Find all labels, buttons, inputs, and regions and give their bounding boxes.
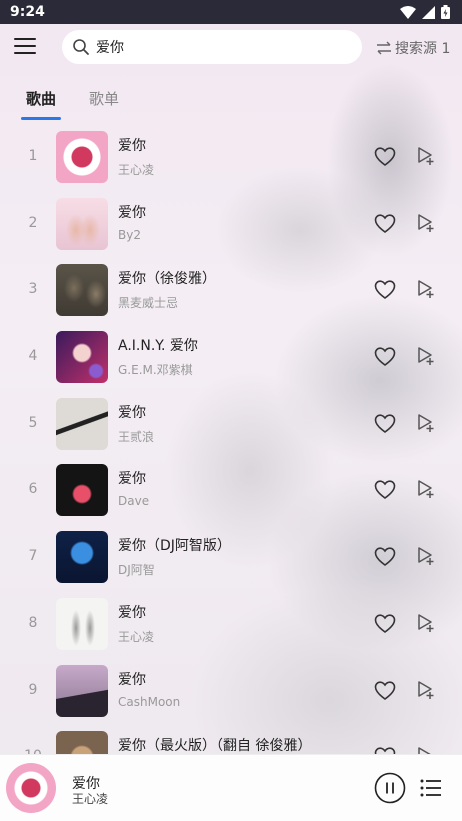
tab-playlists[interactable]: 歌单 bbox=[89, 88, 119, 109]
song-row[interactable]: 7 爱你（DJ阿智版） DJ阿智 bbox=[0, 524, 462, 591]
song-artist: By2 bbox=[118, 227, 141, 242]
song-title: 爱你 bbox=[118, 671, 146, 688]
song-index: 3 bbox=[28, 281, 38, 298]
heart-icon[interactable] bbox=[374, 213, 396, 235]
song-row[interactable]: 5 爱你 王贰浪 bbox=[0, 391, 462, 458]
heart-icon[interactable] bbox=[374, 680, 396, 702]
song-title: 爱你（徐俊雅） bbox=[118, 271, 216, 288]
song-artist: CashMoon bbox=[118, 694, 181, 709]
heart-icon[interactable] bbox=[374, 346, 396, 368]
song-row[interactable]: 2 爱你 By2 bbox=[0, 191, 462, 258]
song-title: 爱你（DJ阿智版） bbox=[118, 538, 231, 555]
heart-icon[interactable] bbox=[374, 546, 396, 568]
song-row[interactable]: 4 A.I.N.Y. 爱你 G.E.M.邓紫棋 bbox=[0, 324, 462, 391]
song-artist: Dave bbox=[118, 494, 150, 509]
wifi-icon bbox=[400, 5, 416, 19]
add-to-queue-icon[interactable] bbox=[416, 546, 436, 566]
heart-icon[interactable] bbox=[374, 479, 396, 501]
top-bar: 搜索源 1 bbox=[0, 24, 462, 72]
song-index: 1 bbox=[28, 148, 38, 164]
album-cover bbox=[56, 131, 108, 183]
heart-icon[interactable] bbox=[374, 279, 396, 301]
signal-icon bbox=[422, 5, 435, 19]
album-cover bbox=[56, 531, 108, 584]
hamburger-menu-icon[interactable] bbox=[14, 38, 36, 56]
add-to-queue-icon[interactable] bbox=[416, 413, 436, 433]
add-to-queue-icon[interactable] bbox=[416, 680, 436, 700]
album-cover bbox=[56, 464, 108, 517]
song-row[interactable]: 3 爱你（徐俊雅） 黑麦威士忌 bbox=[0, 257, 462, 324]
song-title: 爱你 bbox=[118, 471, 146, 488]
heart-icon[interactable] bbox=[374, 413, 396, 435]
status-bar: 9:24 bbox=[0, 0, 462, 24]
album-cover bbox=[56, 197, 108, 250]
song-artist: 王贰浪 bbox=[118, 429, 155, 444]
album-cover bbox=[56, 397, 108, 450]
tab-indicator bbox=[21, 117, 61, 120]
battery-icon bbox=[441, 5, 450, 19]
song-title: 爱你 bbox=[118, 204, 146, 221]
song-row[interactable]: 8 爱你 王心凌 bbox=[0, 591, 462, 658]
song-index: 8 bbox=[28, 614, 38, 631]
pause-icon[interactable] bbox=[374, 772, 406, 804]
song-index: 5 bbox=[28, 414, 38, 431]
song-index: 7 bbox=[28, 548, 38, 565]
song-title: A.I.N.Y. 爱你 bbox=[118, 338, 198, 355]
add-to-queue-icon[interactable] bbox=[416, 279, 436, 299]
song-index: 6 bbox=[28, 481, 38, 498]
tab-songs[interactable]: 歌曲 bbox=[26, 88, 56, 109]
heart-icon[interactable] bbox=[374, 146, 396, 168]
search-input[interactable] bbox=[96, 39, 336, 55]
search-source-button[interactable]: 搜索源 1 bbox=[376, 38, 450, 58]
heart-icon[interactable] bbox=[374, 613, 396, 635]
swap-icon bbox=[377, 41, 391, 55]
playlist-icon[interactable] bbox=[420, 778, 442, 798]
album-cover bbox=[56, 597, 108, 650]
add-to-queue-icon[interactable] bbox=[416, 146, 436, 166]
now-playing-artist: 王心凌 bbox=[72, 792, 109, 806]
now-playing-cover bbox=[6, 763, 56, 813]
add-to-queue-icon[interactable] bbox=[416, 613, 436, 633]
song-artist: 王心凌 bbox=[118, 163, 155, 177]
song-index: 9 bbox=[28, 681, 38, 698]
add-to-queue-icon[interactable] bbox=[416, 479, 436, 499]
search-source-label: 搜索源 1 bbox=[395, 41, 451, 57]
song-title: 爱你（最火版）（翻自 徐俊雅） bbox=[118, 738, 312, 755]
song-index: 4 bbox=[28, 348, 38, 365]
status-icons bbox=[400, 5, 450, 19]
song-title: 爱你 bbox=[118, 604, 146, 621]
song-title: 爱你 bbox=[118, 404, 146, 421]
add-to-queue-icon[interactable] bbox=[416, 213, 436, 233]
song-row[interactable]: 1 爱你 王心凌 bbox=[0, 124, 462, 191]
tab-bar: 歌曲 歌单 bbox=[0, 82, 462, 122]
add-to-queue-icon[interactable] bbox=[416, 346, 436, 366]
status-time: 9:24 bbox=[10, 4, 45, 20]
album-cover bbox=[56, 264, 108, 317]
song-artist: 黑麦威士忌 bbox=[118, 296, 179, 311]
song-title: 爱你 bbox=[118, 138, 146, 154]
search-box[interactable] bbox=[62, 30, 362, 64]
song-artist: DJ阿智 bbox=[118, 563, 155, 578]
song-index: 2 bbox=[28, 214, 38, 231]
song-list: 1 爱你 王心凌 2 爱你 By2 3 爱你（徐俊雅） 黑麦威士忌 4 A.I.… bbox=[0, 124, 462, 791]
song-artist: G.E.M.邓紫棋 bbox=[118, 363, 193, 378]
album-cover bbox=[56, 331, 108, 384]
mini-player[interactable]: 爱你 王心凌 bbox=[0, 754, 462, 821]
song-row[interactable]: 6 爱你 Dave bbox=[0, 457, 462, 524]
song-row[interactable]: 9 爱你 CashMoon bbox=[0, 658, 462, 725]
album-cover bbox=[56, 664, 108, 717]
song-artist: 王心凌 bbox=[118, 629, 155, 644]
search-icon bbox=[73, 39, 89, 55]
